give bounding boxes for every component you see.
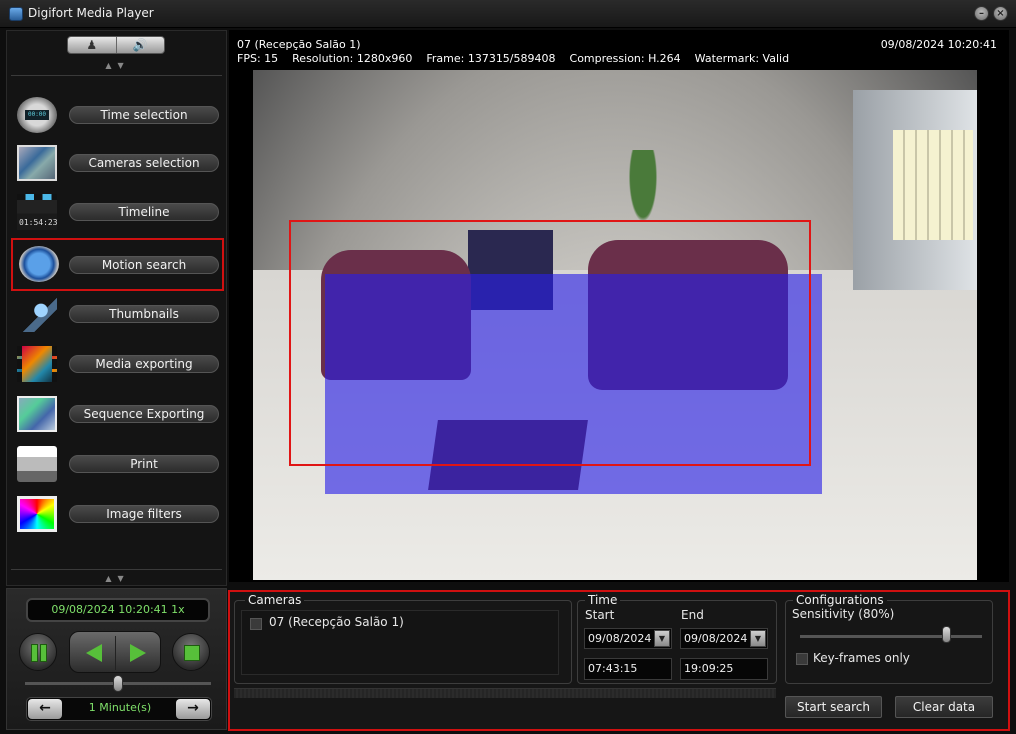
camera-list-item[interactable]: 07 (Recepção Salão 1) bbox=[269, 615, 404, 629]
start-date-value: 09/08/2024 bbox=[588, 632, 652, 645]
play-backward-button[interactable] bbox=[86, 644, 102, 662]
timeline-icon bbox=[17, 194, 58, 230]
user-icon[interactable]: ♟ bbox=[68, 37, 117, 53]
time-group-title: Time bbox=[585, 593, 621, 607]
scroll-down-arrows[interactable]: ▲▼ bbox=[7, 574, 228, 583]
frame-text: Frame: 137315/589408 bbox=[426, 52, 556, 65]
end-date-value: 09/08/2024 bbox=[684, 632, 748, 645]
pause-button[interactable] bbox=[19, 633, 57, 671]
sidebar-item-thumbnails[interactable]: Thumbnails bbox=[11, 292, 224, 336]
cameras-group: Cameras 07 (Recepção Salão 1) bbox=[234, 593, 572, 684]
film-export-icon bbox=[17, 346, 57, 382]
thumbnails-icon bbox=[17, 296, 57, 332]
keyframes-checkbox[interactable] bbox=[796, 653, 808, 665]
window-shape bbox=[893, 130, 973, 240]
step-back-button[interactable]: ← bbox=[28, 699, 62, 719]
sidebar-item-label: Print bbox=[69, 455, 219, 473]
end-date-picker[interactable]: 09/08/2024 ▼ bbox=[680, 628, 768, 649]
sidebar-divider bbox=[11, 75, 222, 76]
sidebar-item-label: Timeline bbox=[69, 203, 219, 221]
stop-button[interactable] bbox=[172, 633, 210, 671]
chevron-down-icon[interactable]: ▼ bbox=[654, 630, 670, 647]
app-icon bbox=[9, 7, 23, 21]
sidebar-item-time-selection[interactable]: Time selection bbox=[11, 93, 224, 137]
sidebar-item-cameras-selection[interactable]: Cameras selection bbox=[11, 141, 224, 185]
play-forward-button[interactable] bbox=[130, 644, 146, 662]
configurations-group-title: Configurations bbox=[793, 593, 887, 607]
motion-search-icon bbox=[19, 246, 59, 282]
cameras-icon bbox=[17, 145, 57, 181]
sensitivity-slider-handle[interactable] bbox=[941, 626, 951, 643]
step-selector: ← 1 Minute(s) → bbox=[26, 697, 212, 721]
progress-bar bbox=[234, 688, 776, 698]
sidebar: ♟ 🔊 ▲▼ Time selection Cameras selection … bbox=[6, 30, 227, 586]
sidebar-item-sequence-exporting[interactable]: Sequence Exporting bbox=[11, 392, 224, 436]
step-forward-button[interactable]: → bbox=[176, 699, 210, 719]
start-search-button[interactable]: Start search bbox=[785, 696, 882, 718]
sidebar-item-label: Motion search bbox=[69, 256, 219, 274]
start-time-input[interactable]: 07:43:15 bbox=[584, 658, 672, 680]
sidebar-item-label: Media exporting bbox=[69, 355, 219, 373]
view-mode-toggle: ♟ 🔊 bbox=[67, 36, 165, 54]
cameras-group-title: Cameras bbox=[245, 593, 305, 607]
end-time-input[interactable]: 19:09:25 bbox=[680, 658, 768, 680]
button-divider bbox=[115, 636, 116, 670]
video-view[interactable]: 07 (Recepção Salão 1) FPS: 15 Resolution… bbox=[229, 30, 1009, 582]
sidebar-item-label: Time selection bbox=[69, 106, 219, 124]
start-date-picker[interactable]: 09/08/2024 ▼ bbox=[584, 628, 672, 649]
step-label: 1 Minute(s) bbox=[88, 701, 152, 714]
motion-search-panel: Cameras 07 (Recepção Salão 1) Time Start… bbox=[228, 590, 1010, 731]
printer-icon bbox=[17, 446, 57, 482]
video-timestamp: 09/08/2024 10:20:41 bbox=[880, 38, 997, 51]
compression-text: Compression: H.264 bbox=[569, 52, 681, 65]
fps-text: FPS: 15 bbox=[237, 52, 279, 65]
sidebar-item-media-exporting[interactable]: Media exporting bbox=[11, 342, 224, 386]
speaker-icon[interactable]: 🔊 bbox=[117, 37, 165, 53]
configurations-group: Configurations Sensitivity (80%) Key-fra… bbox=[785, 593, 993, 684]
camera-title: 07 (Recepção Salão 1) bbox=[237, 38, 361, 51]
sidebar-item-print[interactable]: Print bbox=[11, 442, 224, 486]
playback-controls: 09/08/2024 10:20:41 1x ← 1 Minute(s) → bbox=[6, 588, 227, 730]
video-info: FPS: 15 Resolution: 1280x960 Frame: 1373… bbox=[237, 52, 789, 65]
clear-data-button[interactable]: Clear data bbox=[895, 696, 993, 718]
window-title: Digifort Media Player bbox=[28, 6, 154, 20]
direction-controls bbox=[69, 631, 161, 673]
end-label: End bbox=[681, 608, 704, 622]
speed-slider-handle[interactable] bbox=[113, 675, 123, 692]
sidebar-divider bbox=[11, 569, 222, 570]
start-label: Start bbox=[585, 608, 615, 622]
minimize-button[interactable]: – bbox=[974, 6, 989, 21]
camera-checkbox[interactable] bbox=[250, 618, 262, 630]
sequence-export-icon bbox=[17, 396, 57, 432]
time-group: Time Start End 09/08/2024 ▼ 09/08/2024 ▼… bbox=[577, 593, 777, 684]
sidebar-item-image-filters[interactable]: Image filters bbox=[11, 492, 224, 536]
chevron-down-icon[interactable]: ▼ bbox=[750, 630, 766, 647]
sidebar-item-motion-search[interactable]: Motion search bbox=[11, 238, 224, 291]
resolution-text: Resolution: 1280x960 bbox=[292, 52, 413, 65]
sidebar-item-label: Cameras selection bbox=[69, 154, 219, 172]
playback-datetime: 09/08/2024 10:20:41 1x bbox=[26, 598, 210, 622]
sensitivity-slider-track[interactable] bbox=[800, 635, 982, 638]
stopwatch-icon bbox=[17, 97, 57, 133]
sidebar-item-label: Thumbnails bbox=[69, 305, 219, 323]
motion-search-region bbox=[289, 220, 811, 466]
sidebar-item-label: Sequence Exporting bbox=[69, 405, 219, 423]
keyframes-label[interactable]: Key-frames only bbox=[813, 651, 910, 665]
close-button[interactable]: × bbox=[993, 6, 1008, 21]
sidebar-item-timeline[interactable]: Timeline bbox=[11, 190, 224, 234]
image-filters-icon bbox=[17, 496, 57, 532]
sidebar-item-label: Image filters bbox=[69, 505, 219, 523]
camera-list: 07 (Recepção Salão 1) bbox=[241, 610, 559, 675]
title-bar: Digifort Media Player – × bbox=[0, 0, 1016, 28]
scroll-up-arrows[interactable]: ▲▼ bbox=[7, 61, 228, 70]
watermark-text: Watermark: Valid bbox=[694, 52, 790, 65]
sensitivity-label: Sensitivity (80%) bbox=[792, 607, 895, 621]
